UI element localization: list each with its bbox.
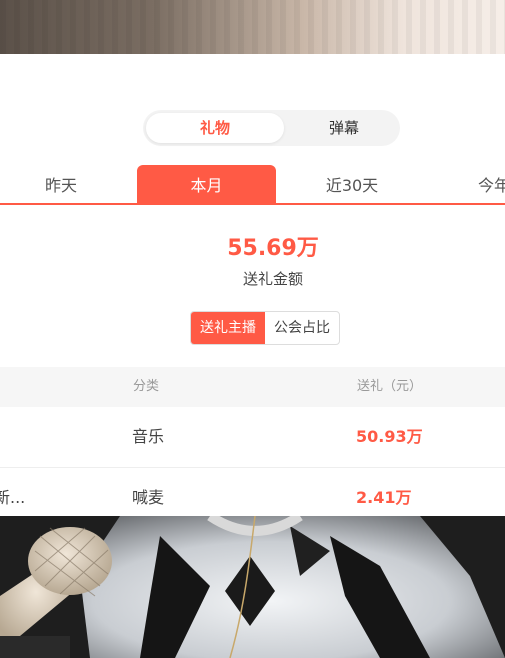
video-background-bottom [0, 516, 505, 658]
header-category: 分类 [133, 379, 160, 394]
tabs-underline [0, 203, 505, 205]
row-amount: 50.93万 [356, 427, 423, 446]
tab-this-month[interactable]: 本月 [137, 165, 276, 205]
type-toggle: 礼物 弹幕 [143, 110, 400, 146]
header-gift-amount: 送礼（元） [357, 379, 423, 394]
row-category: 喊麦 [132, 488, 165, 507]
table-row[interactable]: 音乐 50.93万 [0, 407, 505, 468]
period-tabs: 昨天 本月 近30天 今年 [0, 165, 505, 205]
table-header: 分类 送礼（元） [0, 367, 505, 407]
row-name: 新... [0, 488, 26, 507]
row-amount: 2.41万 [356, 488, 412, 507]
video-background-top [0, 0, 505, 54]
segment-guild-share[interactable]: 公会占比 [265, 312, 339, 344]
toggle-danmaku[interactable]: 弹幕 [288, 110, 400, 146]
tab-yesterday[interactable]: 昨天 [0, 165, 122, 205]
streamer-video-image [0, 516, 505, 658]
gift-amount-value: 55.69万 [227, 236, 319, 261]
toggle-gift[interactable]: 礼物 [146, 113, 284, 143]
tab-last-30-days[interactable]: 近30天 [282, 165, 422, 205]
gift-amount-label: 送礼金额 [242, 270, 303, 288]
row-category: 音乐 [132, 427, 165, 446]
segment-gift-anchor[interactable]: 送礼主播 [191, 312, 265, 344]
gift-stats-panel: 礼物 弹幕 昨天 本月 近30天 今年 55.69万 送礼金额 送礼主播 公会占… [0, 54, 505, 516]
ranking-segment: 送礼主播 公会占比 [190, 311, 340, 345]
table-row[interactable]: 新... 喊麦 2.41万 [0, 468, 505, 516]
tab-this-year[interactable]: 今年 [478, 165, 505, 205]
